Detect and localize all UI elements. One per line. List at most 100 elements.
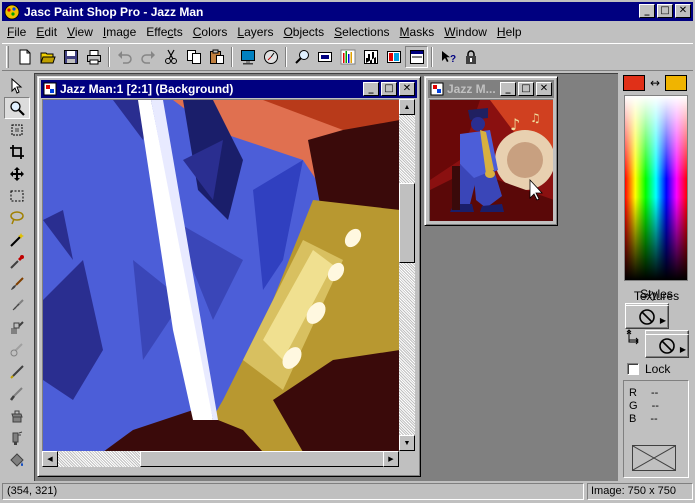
magic-wand-tool[interactable] bbox=[4, 229, 30, 251]
mover-tool[interactable] bbox=[4, 163, 30, 185]
document-maximize-button[interactable]: □ bbox=[518, 82, 534, 96]
image-size-info: Image: 750 x 750 bbox=[587, 483, 693, 500]
lock-checkbox[interactable] bbox=[627, 363, 639, 375]
maximize-button[interactable]: □ bbox=[657, 4, 673, 18]
histogram-button[interactable] bbox=[336, 46, 359, 68]
document-caption-buttons: _ □ ✕ bbox=[361, 82, 415, 96]
deformation-tool[interactable] bbox=[4, 119, 30, 141]
open-button[interactable] bbox=[36, 46, 59, 68]
scroll-right-arrow[interactable]: ▶ bbox=[383, 451, 399, 467]
horizontal-scrollbar[interactable]: ◀ ▶ bbox=[42, 451, 399, 467]
menu-masks[interactable]: Masks bbox=[395, 23, 440, 41]
menu-window[interactable]: Window bbox=[439, 23, 492, 41]
green-readout: G -- bbox=[629, 400, 659, 412]
overview-button[interactable] bbox=[313, 46, 336, 68]
airbrush-tool[interactable] bbox=[4, 427, 30, 449]
arrow-tool[interactable] bbox=[4, 75, 30, 97]
image-canvas[interactable] bbox=[42, 99, 399, 451]
dropper-tool[interactable] bbox=[4, 251, 30, 273]
histogram-window-button[interactable] bbox=[359, 46, 382, 68]
foreground-texture-button[interactable]: ▶ bbox=[625, 305, 669, 329]
deformation-tool-icon bbox=[11, 124, 23, 136]
close-button[interactable]: ✕ bbox=[675, 4, 691, 18]
swap-textures-icon[interactable] bbox=[626, 331, 642, 347]
document-title-bar-inactive[interactable]: Jazz M... _ □ ✕ bbox=[428, 80, 554, 98]
paste-button[interactable] bbox=[205, 46, 228, 68]
menu-effects[interactable]: Effects bbox=[141, 23, 187, 41]
freehand-selection-tool[interactable] bbox=[4, 207, 30, 229]
scroll-up-arrow[interactable]: ▲ bbox=[399, 99, 415, 115]
zoom-tool[interactable] bbox=[4, 97, 30, 119]
selection-tool[interactable] bbox=[4, 185, 30, 207]
save-button[interactable] bbox=[59, 46, 82, 68]
document-icon[interactable] bbox=[430, 82, 444, 96]
undo-button[interactable] bbox=[113, 46, 136, 68]
foreground-color-swatch[interactable] bbox=[623, 75, 645, 91]
background-texture-button[interactable]: ▶ bbox=[645, 334, 689, 358]
document-window-jazz-man-full[interactable]: Jazz M... _ □ ✕ ♪ ♫ bbox=[424, 76, 558, 226]
scratch-remover-tool[interactable] bbox=[4, 361, 30, 383]
document-minimize-button[interactable]: _ bbox=[500, 82, 516, 96]
picture-tube-tool[interactable] bbox=[4, 405, 30, 427]
cut-icon bbox=[164, 49, 177, 64]
paint-brush-tool[interactable] bbox=[4, 273, 30, 295]
copy-button[interactable] bbox=[182, 46, 205, 68]
horizontal-scroll-thumb[interactable] bbox=[140, 451, 385, 467]
crop-tool[interactable] bbox=[4, 141, 30, 163]
print-button[interactable] bbox=[82, 46, 105, 68]
histogram-icon bbox=[340, 49, 355, 65]
image-canvas-secondary[interactable]: ♪ ♫ bbox=[429, 99, 553, 221]
menu-selections[interactable]: Selections bbox=[329, 23, 394, 41]
jazz-man-zoomed-artwork[interactable] bbox=[43, 100, 399, 451]
lock-option[interactable]: Lock bbox=[627, 362, 670, 376]
menu-image[interactable]: Image bbox=[98, 23, 141, 41]
document-close-button[interactable]: ✕ bbox=[399, 82, 415, 96]
app-icon[interactable] bbox=[4, 4, 20, 20]
scroll-left-arrow[interactable]: ◀ bbox=[42, 451, 58, 467]
jazz-man-full-artwork[interactable]: ♪ ♫ bbox=[430, 100, 553, 221]
palette-button[interactable] bbox=[382, 46, 405, 68]
minimize-button[interactable]: _ bbox=[639, 4, 655, 18]
browse-button[interactable] bbox=[259, 46, 282, 68]
document-window-jazz-man-zoomed[interactable]: Jazz Man:1 [2:1] (Background) _ □ ✕ ▲ ▼ … bbox=[37, 76, 421, 477]
color-replacer-tool[interactable] bbox=[4, 317, 30, 339]
lock-button[interactable] bbox=[459, 46, 482, 68]
new-button[interactable] bbox=[13, 46, 36, 68]
svg-text:♪: ♪ bbox=[510, 115, 520, 134]
tool-palette bbox=[2, 75, 32, 480]
menu-help[interactable]: Help bbox=[492, 23, 527, 41]
cut-button[interactable] bbox=[159, 46, 182, 68]
full-screen-preview-button[interactable] bbox=[236, 46, 259, 68]
menu-view[interactable]: View bbox=[62, 23, 98, 41]
menu-file[interactable]: File bbox=[2, 23, 31, 41]
background-color-swatch[interactable] bbox=[665, 75, 687, 91]
document-icon[interactable] bbox=[43, 82, 57, 96]
redo-button[interactable] bbox=[136, 46, 159, 68]
menu-objects[interactable]: Objects bbox=[278, 23, 329, 41]
swap-colors-icon[interactable]: ↔ bbox=[645, 76, 665, 90]
color-spectrum-picker[interactable] bbox=[624, 95, 688, 281]
no-color-preview-icon bbox=[632, 445, 676, 471]
paste-icon bbox=[209, 49, 224, 64]
clone-brush-tool[interactable] bbox=[4, 295, 30, 317]
document-close-button[interactable]: ✕ bbox=[536, 82, 552, 96]
toolbar-separator bbox=[431, 47, 433, 67]
menu-layers[interactable]: Layers bbox=[232, 23, 278, 41]
eraser-tool[interactable] bbox=[4, 383, 30, 405]
retouch-tool[interactable] bbox=[4, 339, 30, 361]
vertical-scrollbar[interactable]: ▲ ▼ bbox=[399, 99, 415, 451]
document-minimize-button[interactable]: _ bbox=[363, 82, 379, 96]
toolbar-grip[interactable] bbox=[6, 46, 9, 68]
context-help-button[interactable]: ? bbox=[436, 46, 459, 68]
title-bar[interactable]: Jasc Paint Shop Pro - Jazz Man _ □ ✕ bbox=[2, 2, 693, 21]
arrow-tool-icon bbox=[11, 78, 23, 94]
vertical-scroll-thumb[interactable] bbox=[399, 183, 415, 263]
document-maximize-button[interactable]: □ bbox=[381, 82, 397, 96]
scroll-down-arrow[interactable]: ▼ bbox=[399, 435, 415, 451]
layer-palette-button[interactable] bbox=[405, 46, 428, 68]
menu-edit[interactable]: Edit bbox=[31, 23, 62, 41]
zoom-button[interactable] bbox=[290, 46, 313, 68]
flood-fill-tool[interactable] bbox=[4, 449, 30, 471]
menu-colors[interactable]: Colors bbox=[188, 23, 233, 41]
document-title-bar[interactable]: Jazz Man:1 [2:1] (Background) _ □ ✕ bbox=[41, 80, 417, 98]
